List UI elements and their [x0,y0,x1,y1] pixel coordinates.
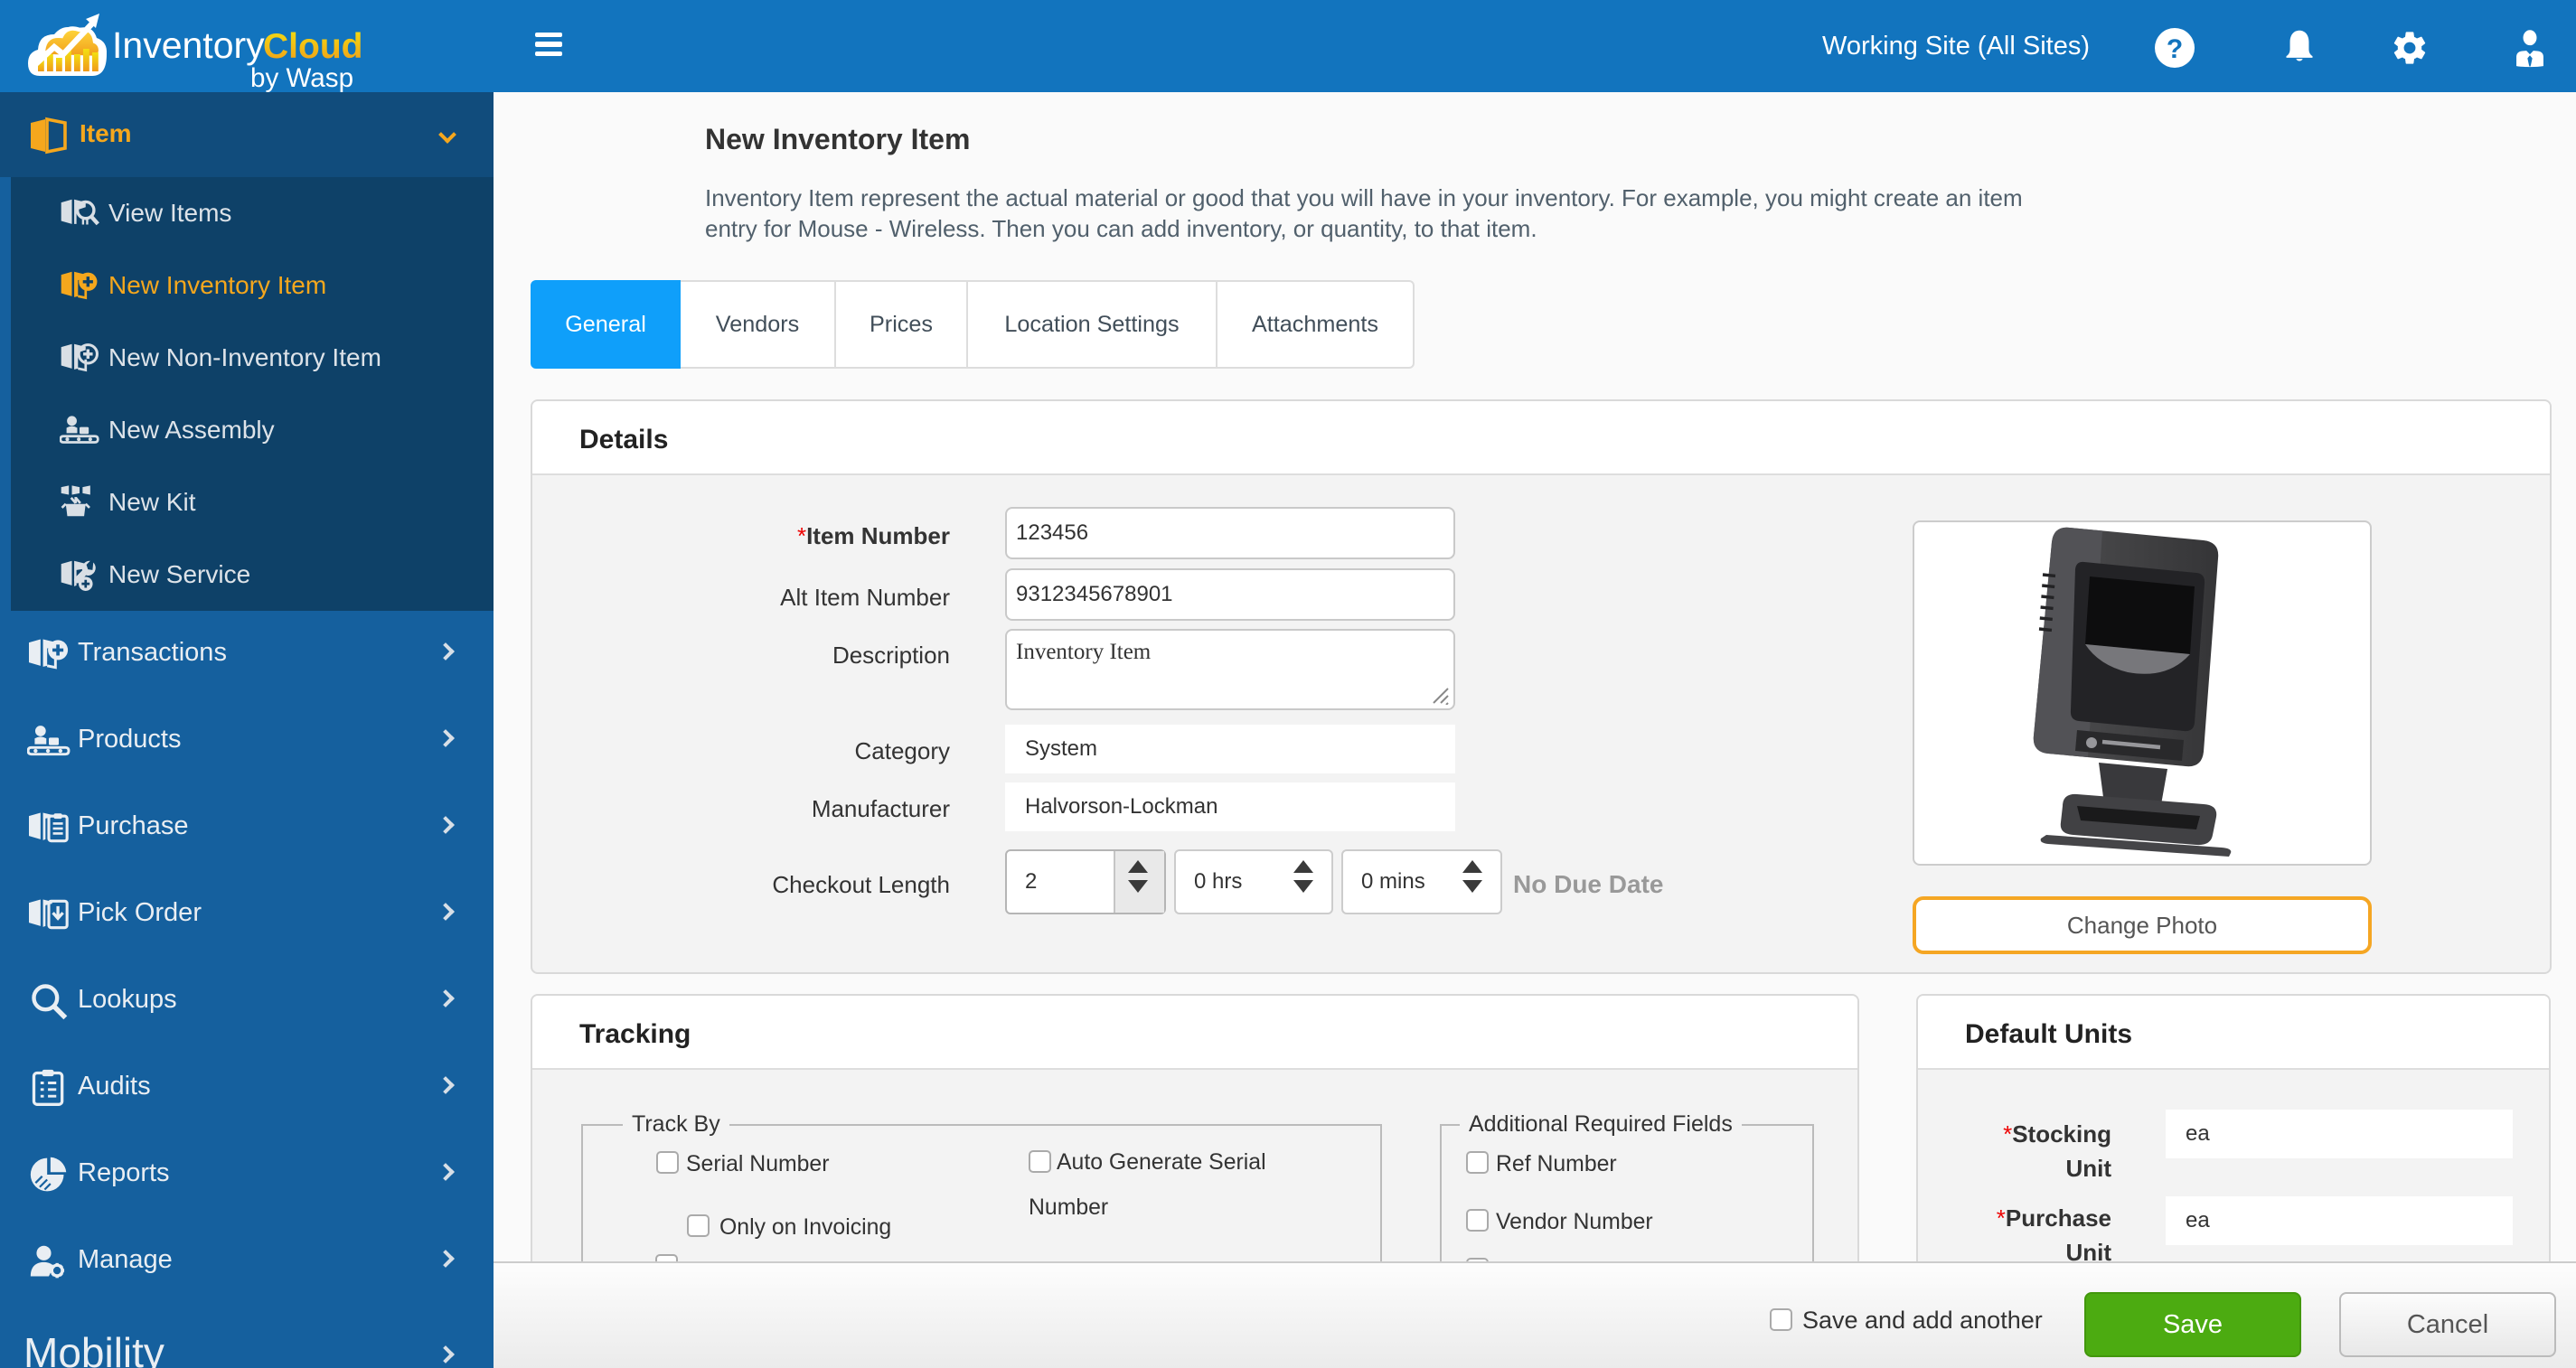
svg-text:Cloud: Cloud [263,27,362,66]
svg-text:by Wasp: by Wasp [250,63,353,93]
svg-text:?: ? [2167,34,2183,64]
svg-text:Inventory: Inventory [112,24,265,66]
